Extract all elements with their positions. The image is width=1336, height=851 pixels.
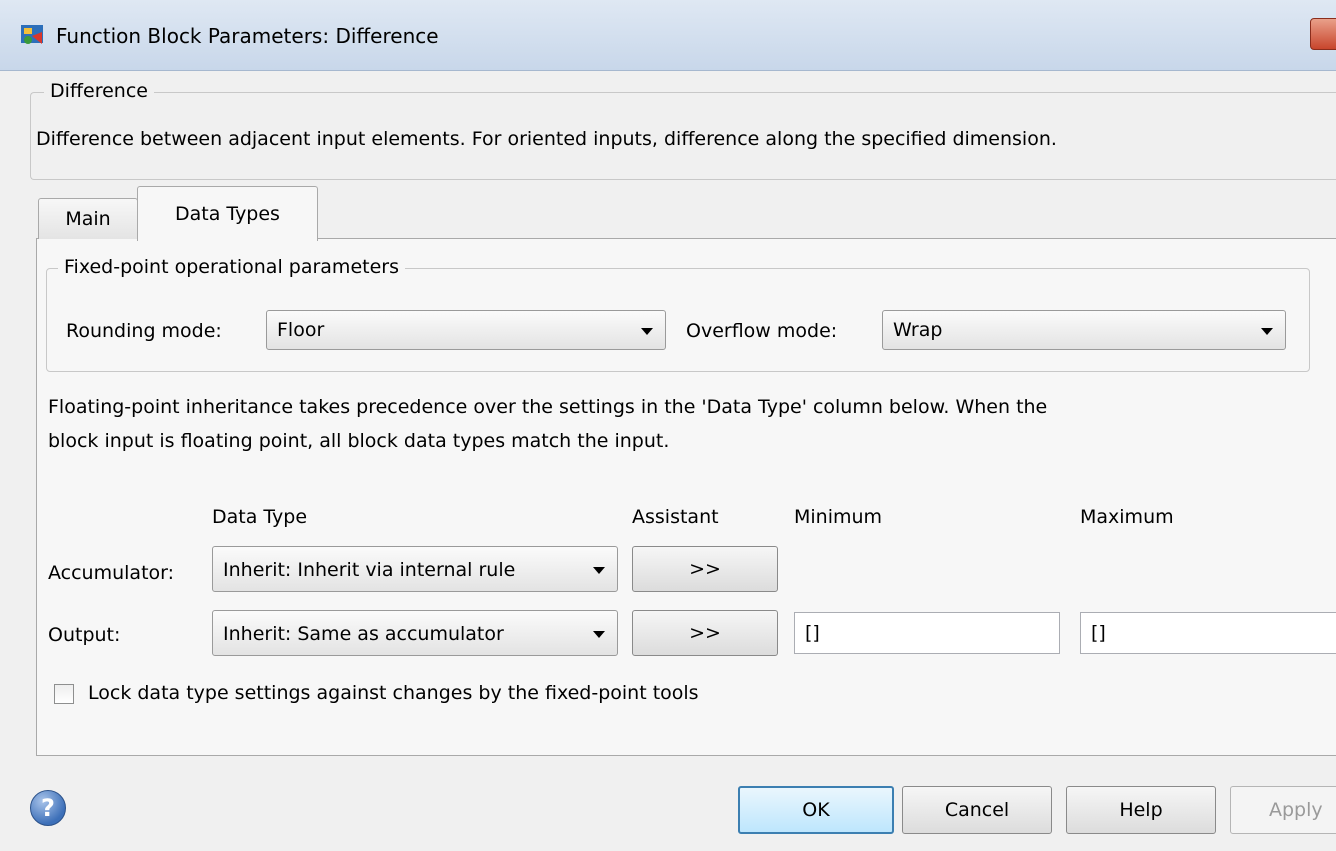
lock-data-type-label: Lock data type settings against changes … (88, 682, 699, 704)
tab-data-types-label: Data Types (175, 203, 280, 225)
output-minimum-value: [] (805, 622, 820, 644)
inheritance-note-line2: block input is floating point, all block… (48, 430, 670, 452)
header-minimum: Minimum (794, 506, 883, 528)
fixed-point-group-label: Fixed-point operational parameters (58, 256, 405, 278)
output-data-type-select[interactable]: Inherit: Same as accumulator (212, 610, 618, 656)
tab-data-types[interactable]: Data Types (137, 186, 318, 241)
close-button[interactable] (1310, 18, 1336, 50)
output-data-type-value: Inherit: Same as accumulator (223, 623, 504, 645)
title-bar: Function Block Parameters: Difference (0, 0, 1336, 71)
accumulator-data-type-value: Inherit: Inherit via internal rule (223, 559, 516, 581)
output-assistant-button[interactable]: >> (632, 610, 778, 656)
output-maximum-input[interactable]: [] (1080, 612, 1336, 654)
inheritance-note-line1: Floating-point inheritance takes precede… (48, 396, 1048, 418)
rounding-mode-value: Floor (277, 319, 325, 341)
overflow-mode-label: Overflow mode: (686, 320, 838, 342)
chevron-down-icon (641, 328, 653, 335)
window-title: Function Block Parameters: Difference (56, 24, 439, 48)
accumulator-label: Accumulator: (48, 562, 175, 584)
accumulator-assistant-label: >> (689, 558, 721, 580)
chevron-down-icon (593, 631, 605, 638)
ok-label: OK (802, 799, 830, 821)
header-assistant: Assistant (632, 506, 719, 528)
overflow-mode-value: Wrap (893, 319, 943, 341)
rounding-mode-select[interactable]: Floor (266, 310, 666, 350)
header-maximum: Maximum (1080, 506, 1174, 528)
header-data-type: Data Type (212, 506, 308, 528)
tab-main[interactable]: Main (38, 198, 138, 239)
output-assistant-label: >> (689, 622, 721, 644)
overflow-mode-select[interactable]: Wrap (882, 310, 1286, 350)
chevron-down-icon (1261, 328, 1273, 335)
output-maximum-value: [] (1091, 622, 1106, 644)
chevron-down-icon (593, 567, 605, 574)
accumulator-assistant-button[interactable]: >> (632, 546, 778, 592)
help-button[interactable]: Help (1066, 786, 1216, 834)
cancel-button[interactable]: Cancel (902, 786, 1052, 834)
tab-main-label: Main (65, 208, 111, 230)
lock-data-type-checkbox[interactable] (54, 684, 74, 704)
apply-label: Apply (1269, 799, 1323, 821)
question-mark-icon[interactable]: ? (30, 790, 66, 826)
ok-button[interactable]: OK (738, 786, 894, 834)
output-minimum-input[interactable]: [] (794, 612, 1060, 654)
output-label: Output: (48, 624, 121, 646)
apply-button[interactable]: Apply (1230, 786, 1336, 834)
rounding-mode-label: Rounding mode: (66, 320, 222, 342)
block-description: Difference between adjacent input elemen… (36, 128, 1057, 150)
block-group-label: Difference (44, 80, 154, 102)
accumulator-data-type-select[interactable]: Inherit: Inherit via internal rule (212, 546, 618, 592)
cancel-label: Cancel (944, 799, 1010, 821)
help-label: Help (1119, 799, 1163, 821)
simulink-block-icon (21, 25, 43, 44)
